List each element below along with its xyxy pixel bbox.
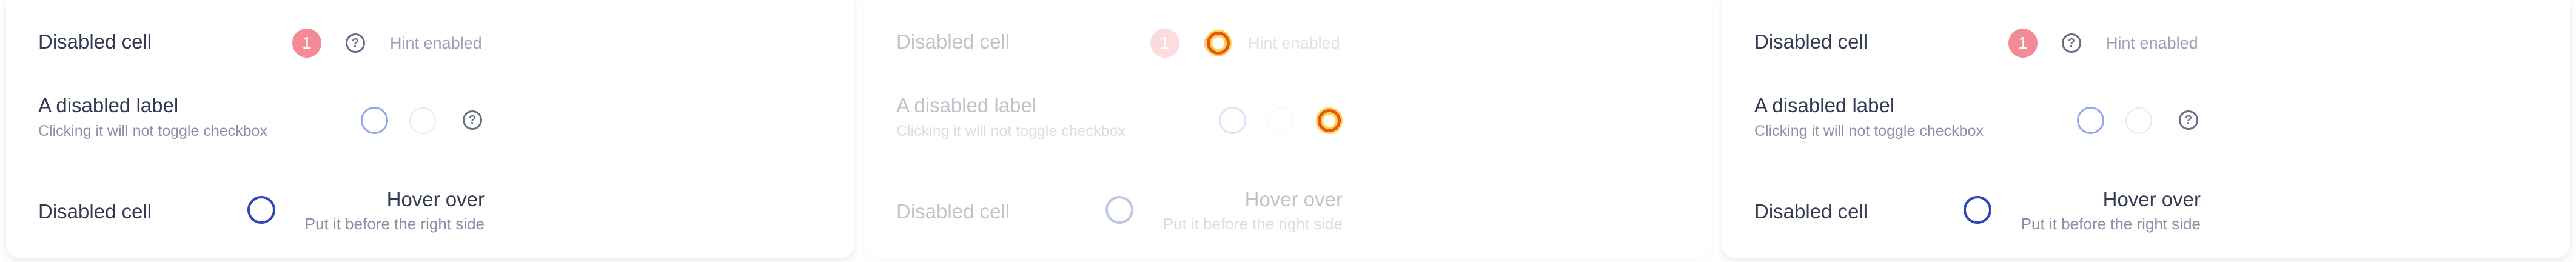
cell-panel-2-disabled: Disabled cell 1 ? Hint enabled A disable… xyxy=(864,0,1712,258)
focus-ring-icon xyxy=(1318,109,1341,132)
cell-right-title: Hover over xyxy=(386,188,485,210)
cell-row-hover[interactable]: Disabled cell Hover over Put it before t… xyxy=(1722,188,2570,233)
radio-button[interactable] xyxy=(361,107,388,134)
cell-right-subtitle: Put it before the right side xyxy=(2021,215,2201,233)
cell-row-badge: Disabled cell 1 ? Hint enabled xyxy=(864,24,1712,61)
cell-label: Disabled cell xyxy=(896,200,1010,223)
radio-button-disabled xyxy=(2125,107,2152,134)
cell-label: A disabled label xyxy=(38,94,179,116)
radio-button-disabled xyxy=(1267,107,1294,134)
cell-label: Disabled cell xyxy=(1754,30,1868,53)
cell-row-badge[interactable]: Disabled cell 1 ? Hint enabled xyxy=(1722,24,2570,61)
question-circle-icon[interactable]: ? xyxy=(463,110,482,130)
cell-label: Disabled cell xyxy=(38,30,152,53)
radio-button-disabled xyxy=(409,107,436,134)
cell-row-checkbox[interactable]: A disabled label Clicking it will not to… xyxy=(1722,94,2570,149)
cell-panel-1: Disabled cell 1 ? Hint enabled A disable… xyxy=(6,0,854,258)
radio-button[interactable] xyxy=(2077,107,2104,134)
cell-panel-3: Disabled cell 1 ? Hint enabled A disable… xyxy=(1722,0,2570,258)
cell-row-hover[interactable]: Disabled cell Hover over Put it before t… xyxy=(6,188,854,233)
radio-button-selected xyxy=(1105,196,1133,224)
cell-label: A disabled label xyxy=(896,94,1037,116)
cell-right-subtitle: Put it before the right side xyxy=(304,215,485,233)
cell-label: Disabled cell xyxy=(1754,200,1868,223)
radio-button-selected[interactable] xyxy=(1964,196,1991,224)
cell-label: Disabled cell xyxy=(896,30,1010,53)
hint-text: Hint enabled xyxy=(2106,34,2198,52)
cell-sublabel: Clicking it will not toggle checkbox xyxy=(896,123,1125,139)
cell-right-title: Hover over xyxy=(1244,188,1343,210)
question-circle-icon[interactable]: ? xyxy=(346,33,365,53)
focus-ring-icon xyxy=(1207,32,1230,55)
cell-sublabel: Clicking it will not toggle checkbox xyxy=(38,123,267,139)
cell-row-checkbox[interactable]: A disabled label Clicking it will not to… xyxy=(6,94,854,149)
question-circle-icon[interactable]: ? xyxy=(2062,33,2081,53)
count-badge: 1 xyxy=(2008,29,2038,58)
cell-row-checkbox: A disabled label Clicking it will not to… xyxy=(864,94,1712,149)
hint-text: Hint enabled xyxy=(1248,34,1340,52)
radio-button-selected[interactable] xyxy=(247,196,275,224)
count-badge: 1 xyxy=(292,29,321,58)
cell-right-subtitle: Put it before the right side xyxy=(1162,215,1343,233)
count-badge: 1 xyxy=(1150,29,1179,58)
cell-label: Disabled cell xyxy=(38,200,152,223)
cell-right-title: Hover over xyxy=(2102,188,2201,210)
cell-row-badge[interactable]: Disabled cell 1 ? Hint enabled xyxy=(6,24,854,61)
cell-label: A disabled label xyxy=(1754,94,1895,116)
question-circle-icon[interactable]: ? xyxy=(2179,110,2198,130)
hint-text: Hint enabled xyxy=(390,34,482,52)
radio-button xyxy=(1219,107,1246,134)
cell-row-hover: Disabled cell Hover over Put it before t… xyxy=(864,188,1712,233)
cell-sublabel: Clicking it will not toggle checkbox xyxy=(1754,123,1984,139)
